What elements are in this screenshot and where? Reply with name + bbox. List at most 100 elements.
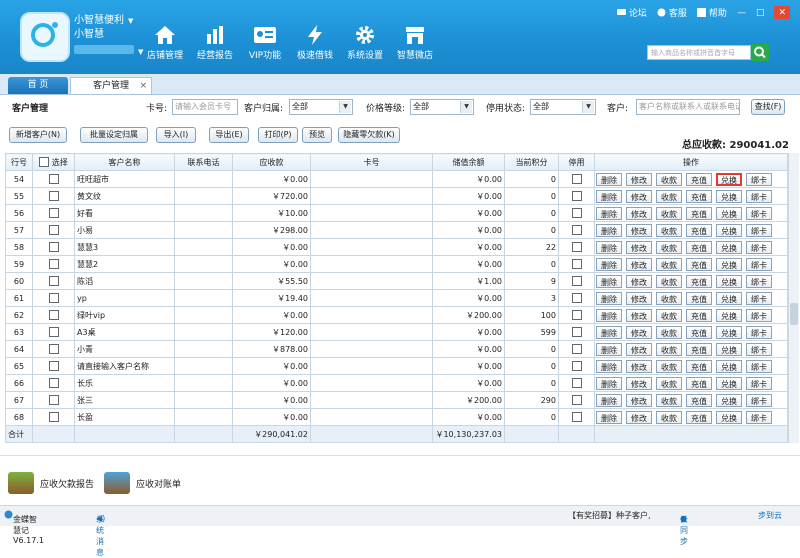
customer-name[interactable]: 黄文纹 [74,187,175,205]
col-phone[interactable]: 联系电话 [174,153,233,171]
row-select-cell[interactable] [32,289,75,307]
row-checkbox[interactable] [48,259,59,269]
export-button[interactable]: 导出(E) [209,127,249,143]
col-name[interactable]: 客户名称 [74,153,175,171]
new-customer-button[interactable]: 新增客户(N) [9,127,67,143]
customer-name[interactable]: 张三 [74,391,175,409]
customer-search-input[interactable]: 客户名称或联系人或联系电话 [636,99,740,115]
bind-card-button[interactable]: 绑卡 [746,223,772,237]
scrollbar-thumb[interactable] [790,303,798,325]
minimize-button[interactable]: — [737,6,746,19]
tab-home[interactable]: 首 页 [8,77,68,94]
row-select-cell[interactable] [32,204,75,222]
table-row[interactable]: 55 黄文纹 ￥720.00 ￥0.00 0 删除 修改 收款 充值 兑换 绑卡 [5,187,788,205]
table-row[interactable]: 64 小青 ￥878.00 ￥0.00 0 删除 修改 收款 充值 兑换 绑卡 [5,340,788,358]
customer-name[interactable]: A3桌 [74,323,175,341]
row-checkbox[interactable] [48,310,59,320]
customer-name[interactable]: 旺旺超市 [74,170,175,188]
recharge-button[interactable]: 充值 [686,376,712,390]
bind-card-button[interactable]: 绑卡 [746,376,772,390]
recharge-button[interactable]: 充值 [686,410,712,424]
row-checkbox[interactable] [48,225,59,235]
row-checkbox[interactable] [48,191,59,201]
status-select[interactable]: 全部 ▼ [530,99,596,115]
disabled-cell[interactable] [558,289,595,307]
card-number-input[interactable]: 请输入会员卡号 [172,99,238,115]
redeem-button[interactable]: 兑换 [716,342,742,356]
batch-assign-button[interactable]: 批量设定归属 [80,127,148,143]
edit-button[interactable]: 修改 [626,223,652,237]
edit-button[interactable]: 修改 [626,291,652,305]
table-row[interactable]: 58 慧慧3 ￥0.00 ￥0.00 22 删除 修改 收款 充值 兑换 绑卡 [5,238,788,256]
edit-button[interactable]: 修改 [626,274,652,288]
customer-name[interactable]: 长乐 [74,374,175,392]
col-balance[interactable]: 储值余额 [432,153,505,171]
disabled-checkbox[interactable] [571,395,582,405]
nav-business-report[interactable]: 经营报告 [190,22,240,61]
disabled-cell[interactable] [558,374,595,392]
collect-payment-button[interactable]: 收款 [656,206,682,220]
disabled-checkbox[interactable] [571,310,582,320]
redeem-button[interactable]: 兑换 [716,240,742,254]
ad-link[interactable]: 【有奖招募】种子客户, [568,510,651,521]
customer-name[interactable]: yp [74,289,175,307]
collect-payment-button[interactable]: 收款 [656,240,682,254]
bind-card-button[interactable]: 绑卡 [746,206,772,220]
service-link[interactable]: 客服 [657,6,687,19]
collect-payment-button[interactable]: 收款 [656,393,682,407]
customer-name[interactable]: 陈滔 [74,272,175,290]
recharge-button[interactable]: 充值 [686,240,712,254]
disabled-checkbox[interactable] [571,242,582,252]
receivable-report-link[interactable]: 应收欠款报告 [8,472,94,494]
col-select[interactable]: 选择 [32,153,75,171]
redeem-button[interactable]: 兑换 [716,308,742,322]
collect-payment-button[interactable]: 收款 [656,359,682,373]
recharge-button[interactable]: 充值 [686,172,712,186]
bind-card-button[interactable]: 绑卡 [746,410,772,424]
recharge-button[interactable]: 充值 [686,189,712,203]
delete-button[interactable]: 删除 [596,376,622,390]
group-select[interactable]: 全部 ▼ [289,99,353,115]
customer-name[interactable]: 好看 [74,204,175,222]
disabled-cell[interactable] [558,272,595,290]
row-select-cell[interactable] [32,255,75,273]
edit-button[interactable]: 修改 [626,240,652,254]
product-search-input[interactable]: 输入商品名称或拼音首字母 [647,45,751,60]
redeem-button[interactable]: 兑换 [716,376,742,390]
table-row[interactable]: 61 yp ￥19.40 ￥0.00 3 删除 修改 收款 充值 兑换 绑卡 [5,289,788,307]
table-row[interactable]: 57 小易 ￥298.00 ￥0.00 0 删除 修改 收款 充值 兑换 绑卡 [5,221,788,239]
recharge-button[interactable]: 充值 [686,291,712,305]
recharge-button[interactable]: 充值 [686,223,712,237]
bind-card-button[interactable]: 绑卡 [746,291,772,305]
select-all-checkbox[interactable] [39,157,50,167]
close-window-button[interactable]: ✕ [774,6,790,19]
row-select-cell[interactable] [32,391,75,409]
table-row[interactable]: 68 长盈 ￥0.00 ￥0.00 0 删除 修改 收款 充值 兑换 绑卡 [5,408,788,426]
edit-button[interactable]: 修改 [626,325,652,339]
customer-name[interactable]: 绿叶vip [74,306,175,324]
bind-card-button[interactable]: 绑卡 [746,393,772,407]
recharge-button[interactable]: 充值 [686,308,712,322]
disabled-cell[interactable] [558,255,595,273]
collect-payment-button[interactable]: 收款 [656,410,682,424]
row-checkbox[interactable] [48,344,59,354]
edit-button[interactable]: 修改 [626,410,652,424]
edit-button[interactable]: 修改 [626,393,652,407]
edit-button[interactable]: 修改 [626,308,652,322]
delete-button[interactable]: 删除 [596,206,622,220]
delete-button[interactable]: 删除 [596,325,622,339]
redeem-button[interactable]: 兑换 [716,172,742,186]
nav-micro-shop[interactable]: 智慧微店 [390,22,440,61]
row-checkbox[interactable] [48,412,59,422]
disabled-checkbox[interactable] [571,293,582,303]
nav-quick-loan[interactable]: 极速借钱 [290,22,340,61]
redeem-button[interactable]: 兑换 [716,206,742,220]
disabled-checkbox[interactable] [571,276,582,286]
bind-card-button[interactable]: 绑卡 [746,257,772,271]
row-checkbox[interactable] [48,242,59,252]
table-row[interactable]: 62 绿叶vip ￥0.00 ￥200.00 100 删除 修改 收款 充值 兑换 绑卡 [5,306,788,324]
recharge-button[interactable]: 充值 [686,325,712,339]
collect-payment-button[interactable]: 收款 [656,223,682,237]
disabled-checkbox[interactable] [571,259,582,269]
disabled-cell[interactable] [558,408,595,426]
